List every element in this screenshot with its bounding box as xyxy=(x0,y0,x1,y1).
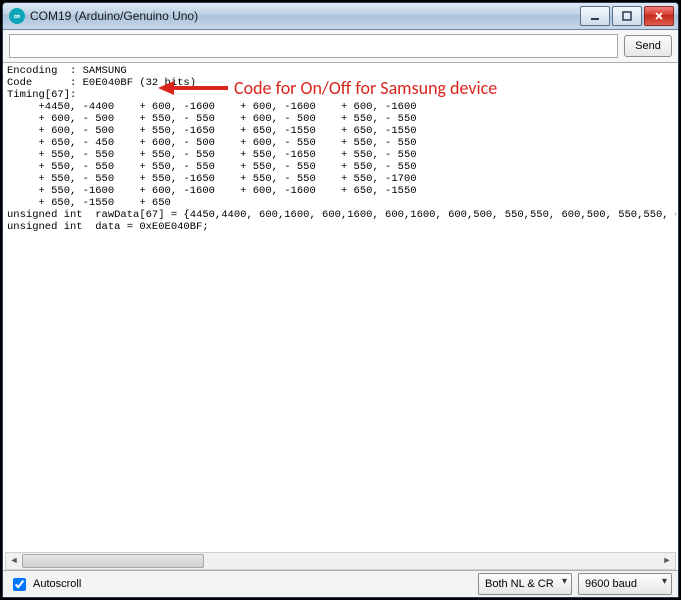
close-button[interactable] xyxy=(644,6,674,26)
line-ending-value: Both NL & CR xyxy=(485,578,554,590)
send-row: Send xyxy=(3,30,678,63)
serial-input[interactable] xyxy=(9,34,618,58)
autoscroll-label: Autoscroll xyxy=(33,578,81,590)
window-controls xyxy=(578,6,674,26)
baud-select[interactable]: 9600 baud xyxy=(578,573,672,595)
send-button[interactable]: Send xyxy=(624,35,672,57)
autoscroll-input[interactable] xyxy=(13,578,26,591)
scrollbar-thumb[interactable] xyxy=(22,554,204,568)
minimize-button[interactable] xyxy=(580,6,610,26)
horizontal-scrollbar[interactable]: ◄ ► xyxy=(5,552,676,570)
titlebar[interactable]: ∞ COM19 (Arduino/Genuino Uno) xyxy=(3,3,678,30)
maximize-button[interactable] xyxy=(612,6,642,26)
app-icon: ∞ xyxy=(9,8,25,24)
scroll-left-icon[interactable]: ◄ xyxy=(6,553,22,567)
baud-value: 9600 baud xyxy=(585,578,637,590)
autoscroll-checkbox[interactable]: Autoscroll xyxy=(9,575,81,594)
window-title: COM19 (Arduino/Genuino Uno) xyxy=(30,9,578,23)
bottom-bar: Autoscroll Both NL & CR 9600 baud xyxy=(3,570,678,597)
content-area: Encoding : SAMSUNG Code : E0E040BF (32 b… xyxy=(3,63,678,570)
line-ending-select[interactable]: Both NL & CR xyxy=(478,573,572,595)
serial-output: Encoding : SAMSUNG Code : E0E040BF (32 b… xyxy=(5,63,676,552)
serial-monitor-window: ∞ COM19 (Arduino/Genuino Uno) Send Encod… xyxy=(2,2,679,598)
scroll-right-icon[interactable]: ► xyxy=(659,553,675,567)
